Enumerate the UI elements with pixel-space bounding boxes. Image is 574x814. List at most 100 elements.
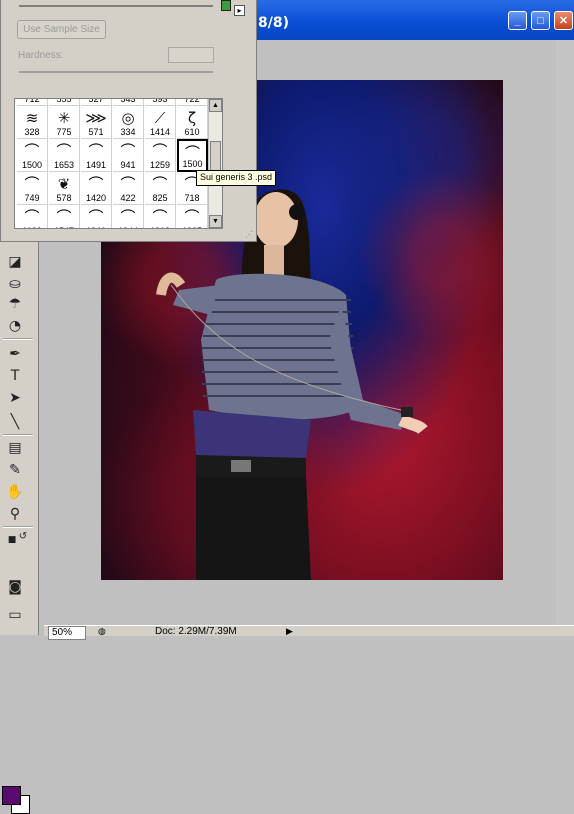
leaf-brush-icon: ❦: [57, 175, 71, 193]
swap-colors-icon[interactable]: ↺: [12, 526, 34, 546]
swirl-brush-icon: ⌒: [152, 175, 168, 193]
pen-tool-icon[interactable]: ✒: [4, 344, 26, 364]
toolbox: ◪ ⛀ ☂ ◔ ✒ T ➤ ╲ ▤ ✎ ✋ ⚲ ■ ↺ ◙ ▭: [0, 240, 39, 814]
master-diameter-thumb[interactable]: [221, 0, 231, 11]
eyedropper-tool-icon[interactable]: ✎: [4, 460, 26, 480]
brush-preset[interactable]: ⌒ 1259: [145, 139, 176, 172]
eraser-tool-icon[interactable]: ◪: [4, 252, 26, 272]
starburst-brush-icon: ✳: [57, 109, 71, 127]
brush-preset-size: 1653: [53, 160, 75, 170]
brush-preset-panel: ▸ Use Sample Size Hardness: ⁘712⁘555⁘527…: [0, 0, 257, 242]
brush-preset[interactable]: ⌒ 1653: [49, 139, 80, 172]
brush-preset[interactable]: ⌒1344: [113, 205, 144, 228]
swirl-brush-icon: ⌒: [152, 142, 168, 160]
foreground-color-swatch[interactable]: [2, 786, 21, 805]
quick-mask-icon[interactable]: ◙: [4, 577, 26, 597]
grunge-brush-icon: ≋: [25, 109, 39, 127]
brush-preset-size: 422: [120, 193, 136, 203]
scroll-up-icon[interactable]: ▲: [209, 99, 222, 112]
document-title: 8/8): [258, 15, 289, 31]
brush-preset[interactable]: ⌒1122: [17, 205, 48, 228]
use-sample-size-button[interactable]: Use Sample Size: [17, 20, 106, 39]
brush-preset[interactable]: ⌒ 1420: [81, 172, 112, 205]
tool-separator: [3, 338, 33, 340]
brush-preset-grid: ⁘712⁘555⁘527⁘543⁘593⁘722≋328✳775⋙571◎334…: [14, 98, 223, 229]
brush-preset[interactable]: ⁘722: [177, 99, 208, 106]
swirl-brush-icon: ⌒: [24, 175, 40, 193]
screen-mode-icon[interactable]: ▭: [4, 605, 26, 625]
status-bar: [44, 625, 574, 636]
brush-preset-size: 593: [152, 98, 168, 104]
status-menu-arrow-icon[interactable]: ▶: [286, 626, 293, 637]
blur-tool-icon[interactable]: ☂: [4, 294, 26, 314]
brush-preset-size: 1325: [177, 226, 207, 228]
scroll-down-icon[interactable]: ▼: [209, 215, 222, 228]
canvas-vertical-scrollbar[interactable]: [556, 40, 574, 625]
brush-preset[interactable]: ⟋ 1414: [145, 106, 176, 139]
brush-preset[interactable]: ⌒1312: [145, 205, 176, 228]
swirl-brush-icon: ⌒: [88, 142, 104, 160]
panel-menu-button[interactable]: ▸: [234, 5, 245, 16]
brush-preset[interactable]: ζ 610: [177, 106, 208, 139]
hardness-label: Hardness:: [18, 50, 64, 61]
brush-preset-size: 1259: [149, 160, 171, 170]
line-tool-icon[interactable]: ╲: [4, 412, 26, 432]
zoom-tool-icon[interactable]: ⚲: [4, 504, 26, 524]
brush-preset[interactable]: ⌒1325: [177, 205, 208, 228]
brush-preset-size: 712: [24, 98, 40, 104]
notes-tool-icon[interactable]: ▤: [4, 438, 26, 458]
dodge-tool-icon[interactable]: ◔: [4, 316, 26, 336]
paint-bucket-tool-icon[interactable]: ⛀: [4, 274, 26, 294]
hardness-field[interactable]: [168, 47, 214, 63]
brush-preset-size: 749: [24, 193, 40, 203]
maximize-icon: □: [537, 14, 544, 27]
brush-preset-size: 718: [184, 193, 200, 203]
brush-preset-size: 527: [88, 98, 104, 104]
brush-preset-size: 328: [24, 127, 40, 137]
resize-grip-icon[interactable]: ⋰: [245, 230, 253, 239]
hand-tool-icon[interactable]: ✋: [4, 482, 26, 502]
brush-preset-size: 1500: [182, 159, 203, 169]
brush-preset-size: 578: [56, 193, 72, 203]
zoom-level-field[interactable]: 50%: [48, 626, 86, 640]
type-tool-icon[interactable]: T: [4, 366, 26, 386]
brush-preset[interactable]: ⌒ 749: [17, 172, 48, 205]
brush-preset[interactable]: ⌒1340: [81, 205, 112, 228]
preset-scrollbar[interactable]: ▲ ▼: [208, 99, 222, 228]
swirl-brush-icon: ⌒: [152, 208, 168, 226]
master-diameter-slider[interactable]: [19, 0, 231, 11]
brush-preset[interactable]: ❦ 578: [49, 172, 80, 205]
maximize-button[interactable]: □: [531, 11, 550, 30]
brush-preset[interactable]: ⌒ 422: [113, 172, 144, 205]
brush-preset[interactable]: ⌒ 1500: [17, 139, 48, 172]
brush-preset-size: 543: [120, 98, 136, 104]
brush-preset[interactable]: ⁘555: [49, 99, 80, 106]
swirl-brush-icon: ⌒: [120, 142, 136, 160]
swirl-brush-icon: ⌒: [88, 208, 104, 226]
close-button[interactable]: ✕: [554, 11, 573, 30]
curl-brush-icon: ζ: [187, 109, 197, 127]
brush-preset-size: 610: [184, 127, 200, 137]
brush-preset[interactable]: ◎ 334: [113, 106, 144, 139]
hardness-slider[interactable]: [19, 71, 213, 73]
swirl-brush-icon: ⌒: [120, 208, 136, 226]
swirl-brush-icon: ⌒: [56, 208, 72, 226]
brush-preset[interactable]: ⌒1547: [49, 205, 80, 228]
brush-preset[interactable]: ⁘593: [145, 98, 176, 106]
brush-preset[interactable]: ⌒ 1491: [81, 139, 112, 172]
path-selection-tool-icon[interactable]: ➤: [4, 388, 26, 408]
brush-preset[interactable]: ⁘527: [81, 98, 112, 106]
preset-scroll-thumb[interactable]: [210, 141, 221, 171]
brush-preset[interactable]: ⋙ 571: [81, 106, 112, 139]
document-size-info: Doc: 2.29M/7.39M: [155, 626, 237, 637]
brush-preset-size: 1500: [21, 160, 43, 170]
brush-preset[interactable]: ✳ 775: [49, 106, 80, 139]
brush-preset[interactable]: ⌒ 1500: [177, 139, 208, 172]
brush-preset[interactable]: ⁘712: [17, 98, 48, 106]
minimize-button[interactable]: _: [508, 11, 527, 30]
brush-preset[interactable]: ⁘543: [113, 98, 144, 106]
brush-preset[interactable]: ⌒ 941: [113, 139, 144, 172]
brush-preset[interactable]: ⌒ 825: [145, 172, 176, 205]
brush-preset[interactable]: ≋ 328: [17, 106, 48, 139]
swirl-brush-icon: ⌒: [120, 175, 136, 193]
